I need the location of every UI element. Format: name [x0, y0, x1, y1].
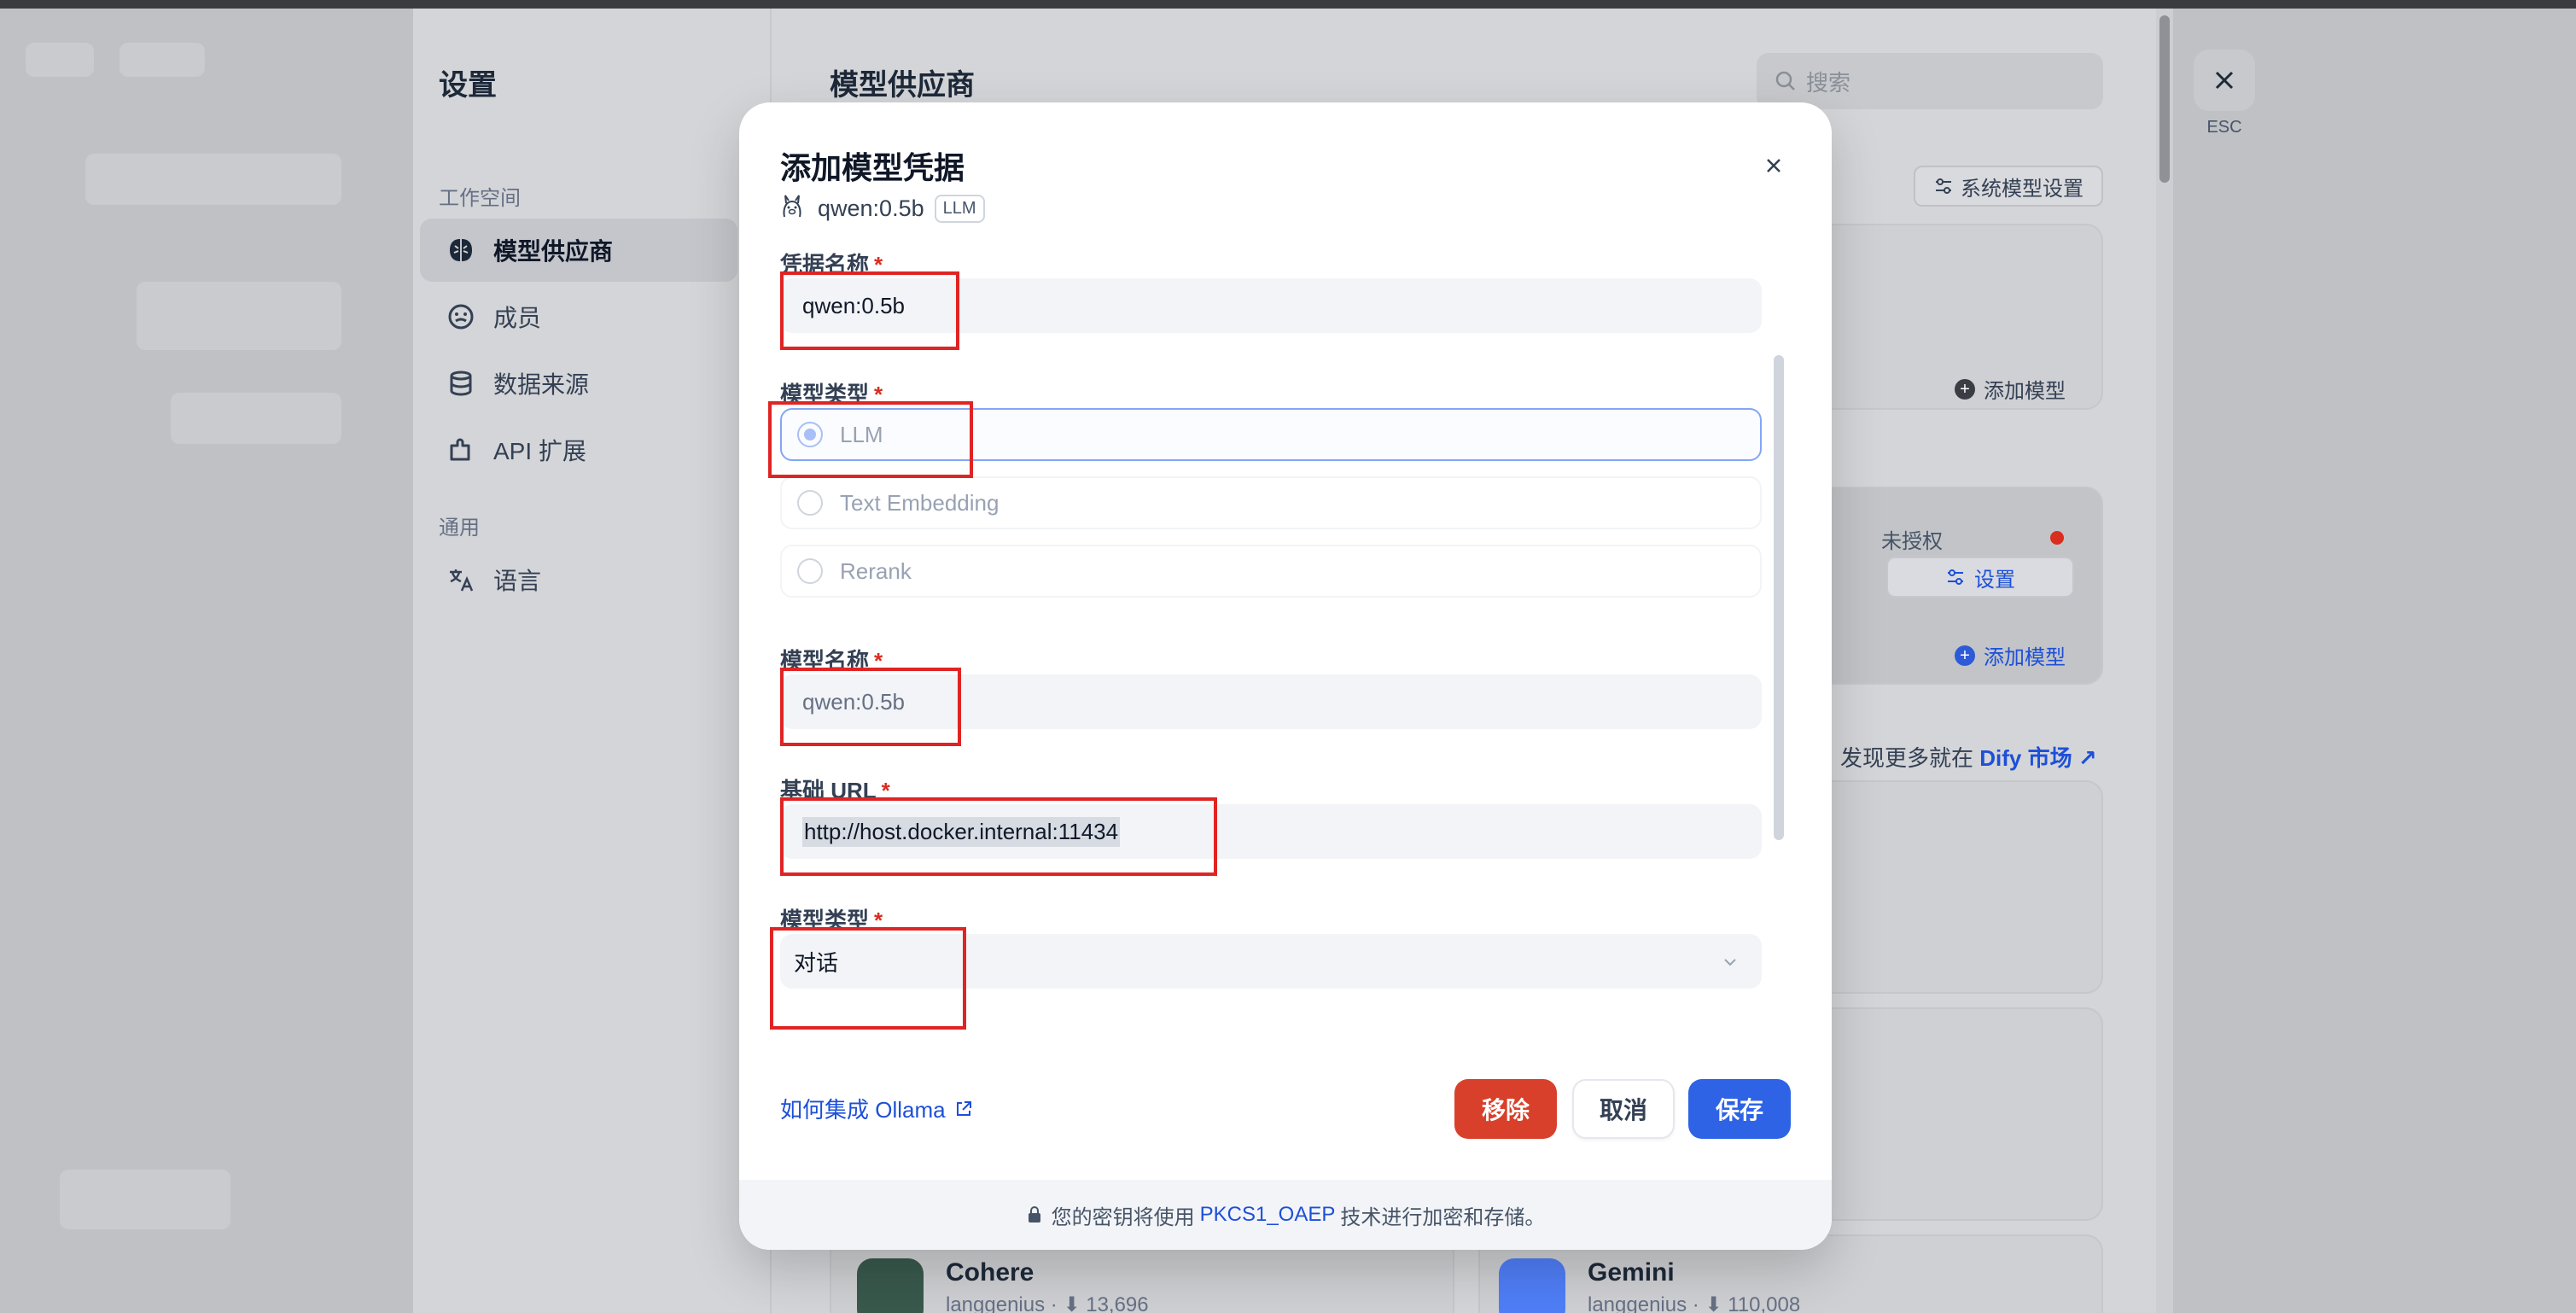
- highlight-box: [780, 271, 959, 350]
- close-icon: [2215, 71, 2234, 90]
- ollama-integration-link[interactable]: 如何集成 Ollama: [780, 1093, 973, 1124]
- database-icon: [446, 368, 476, 399]
- discover-marketplace: 发现更多就在 Dify 市场 ↗: [1840, 741, 2097, 773]
- highlight-box: [780, 797, 1217, 876]
- page-scrollbar-thumb[interactable]: [2159, 15, 2170, 183]
- status-dot: [2050, 531, 2064, 545]
- plus-icon: +: [1955, 645, 1975, 666]
- members-icon: [446, 301, 476, 332]
- add-credential-modal: 添加模型凭据 qwen:0.5b LLM 凭据名称 * qwen:0.5b 模型类…: [739, 102, 1832, 1250]
- pkcs-link[interactable]: PKCS1_OAEP: [1200, 1203, 1336, 1227]
- page-title: 模型供应商: [830, 69, 975, 102]
- provider-cohere[interactable]: Cohere langgenius · ⬇ 13,696: [857, 1258, 1149, 1313]
- form-scrollbar[interactable]: [1774, 355, 1784, 840]
- sidebar-item-label: 数据来源: [493, 371, 590, 398]
- setup-button[interactable]: 设置: [1886, 557, 2074, 598]
- settings-sidebar: 设置 工作空间 模型供应商 成员 数据来源 API 扩展 通用 语言: [413, 9, 772, 1313]
- model-identity: qwen:0.5b LLM: [780, 193, 985, 225]
- plus-icon: +: [1955, 378, 1975, 400]
- sidebar-item-label: API 扩展: [493, 438, 586, 464]
- sliders-icon: [1936, 178, 1951, 194]
- modal-close-button[interactable]: [1755, 147, 1792, 184]
- sidebar-item-model-provider[interactable]: 模型供应商: [420, 219, 737, 282]
- background-app-area: [0, 9, 427, 1313]
- brain-icon: [446, 235, 476, 266]
- unauthorized-status: 未授权: [1881, 530, 1943, 553]
- sidebar-item-data-source[interactable]: 数据来源: [420, 352, 737, 415]
- sliders-icon: [1948, 569, 1963, 585]
- modal-title: 添加模型凭据: [780, 150, 965, 185]
- right-overlay-area: [2173, 9, 2576, 1313]
- provider-meta: langgenius · ⬇ 13,696: [946, 1293, 1149, 1313]
- radio: [797, 490, 823, 516]
- discover-prefix: 发现更多就在: [1840, 745, 1974, 771]
- add-model-button[interactable]: + 添加模型: [1955, 640, 2066, 670]
- window-top-bar: [0, 0, 2576, 9]
- provider-name: Gemini: [1588, 1258, 1675, 1287]
- radio: [797, 558, 823, 584]
- system-model-settings-label: 系统模型设置: [1961, 177, 2084, 201]
- add-model-label: 添加模型: [1984, 646, 2066, 669]
- ollama-icon: [780, 193, 804, 225]
- external-link-icon: [956, 1100, 971, 1116]
- model-type-badge: LLM: [934, 195, 985, 223]
- puzzle-icon: [446, 435, 476, 465]
- sidebar-item-label: 成员: [493, 305, 542, 331]
- sidebar-item-members[interactable]: 成员: [420, 285, 737, 348]
- model-type-option-text-embedding[interactable]: Text Embedding: [780, 476, 1762, 529]
- system-model-settings-button[interactable]: 系统模型设置: [1914, 166, 2103, 207]
- save-button[interactable]: 保存: [1688, 1079, 1791, 1139]
- chevron-down-icon: [1724, 959, 1736, 966]
- esc-label: ESC: [2206, 118, 2242, 137]
- group-label-general: 通用: [439, 516, 480, 540]
- search-placeholder: 搜索: [1806, 69, 1851, 96]
- sidebar-item-language[interactable]: 语言: [420, 548, 737, 611]
- model-type-option-rerank[interactable]: Rerank: [780, 545, 1762, 598]
- provider-gemini[interactable]: Gemini langgenius · ⬇ 110,008: [1499, 1258, 1800, 1313]
- remove-button[interactable]: 移除: [1454, 1079, 1557, 1139]
- ghost-button: [60, 1170, 230, 1229]
- page-scrollbar[interactable]: [2156, 9, 2173, 1313]
- close-settings-button[interactable]: [2194, 50, 2255, 111]
- group-label-workspace: 工作空间: [439, 187, 521, 210]
- marketplace-link[interactable]: Dify 市场 ↗: [1979, 745, 2096, 771]
- setup-label: 设置: [1974, 568, 2015, 592]
- ghost-nav: [119, 43, 205, 77]
- add-model-label: 添加模型: [1984, 380, 2066, 403]
- cohere-logo: [857, 1258, 924, 1313]
- sidebar-item-label: 模型供应商: [493, 238, 614, 265]
- add-model-button[interactable]: + 添加模型: [1955, 374, 2066, 404]
- model-id: qwen:0.5b: [818, 195, 924, 221]
- translate-icon: [446, 564, 476, 595]
- credential-form: 凭据名称 * qwen:0.5b 模型类型 * LLM Text Embedding…: [739, 248, 1832, 1035]
- close-icon: [1767, 159, 1780, 172]
- provider-name: Cohere: [946, 1258, 1034, 1287]
- sidebar-item-api-extension[interactable]: API 扩展: [420, 418, 737, 481]
- encryption-notice: 您的密钥将使用 PKCS1_OAEP 技术进行加密和存储。: [739, 1180, 1832, 1250]
- ghost-logo: [26, 43, 94, 77]
- lock-icon: [1028, 1206, 1040, 1223]
- cancel-button[interactable]: 取消: [1572, 1079, 1675, 1139]
- highlight-box: [768, 401, 973, 478]
- ghost-row: [137, 282, 341, 350]
- ghost-row: [171, 393, 341, 444]
- search-input[interactable]: 搜索: [1757, 53, 2103, 109]
- search-icon: [1775, 71, 1795, 90]
- ghost-row: [85, 154, 341, 205]
- gemini-logo: [1499, 1258, 1565, 1313]
- highlight-box: [780, 668, 961, 746]
- provider-meta: langgenius · ⬇ 110,008: [1588, 1293, 1801, 1313]
- settings-title: 设置: [439, 69, 497, 102]
- highlight-box: [770, 927, 966, 1030]
- sidebar-item-label: 语言: [493, 568, 542, 594]
